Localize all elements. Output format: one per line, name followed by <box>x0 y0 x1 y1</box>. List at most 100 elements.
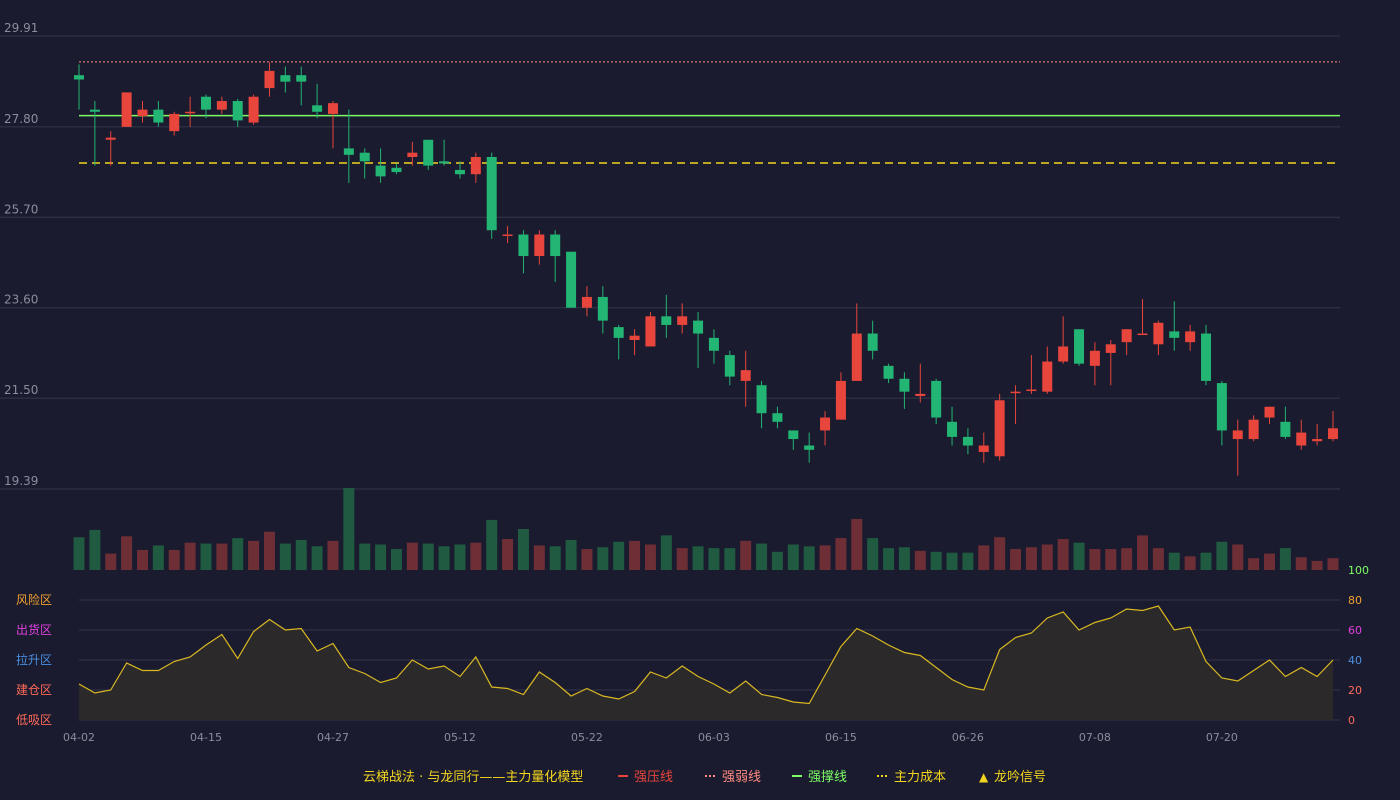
volume-bar <box>708 548 720 570</box>
candle-body <box>597 296 608 321</box>
candle-body <box>899 378 910 392</box>
candle-body <box>1121 329 1132 343</box>
candle-body <box>280 75 291 82</box>
candle-body <box>89 109 100 112</box>
volume-bar <box>930 551 942 570</box>
candle-body <box>962 436 973 446</box>
volume-bar <box>851 518 863 570</box>
candle-body <box>1201 333 1212 381</box>
price-axis: 29.91 27.80 25.70 23.60 21.50 19.39 <box>4 21 38 488</box>
legend-label: 强弱线 <box>722 770 761 785</box>
candle-body <box>1185 331 1196 343</box>
volume-bar <box>549 546 561 570</box>
date-tick-label: 04-02 <box>63 731 95 744</box>
volume-bar <box>406 542 418 570</box>
volume-bar <box>835 538 847 570</box>
volume-bar <box>1311 560 1323 570</box>
volume-bar <box>89 529 101 570</box>
candle-body <box>534 234 545 257</box>
candle-body <box>931 380 942 418</box>
candle-body <box>1089 350 1100 366</box>
volume-bar <box>263 531 275 570</box>
zone-label: 风险区 <box>16 592 52 607</box>
candle-body <box>693 320 704 334</box>
volume-bar <box>1184 556 1196 570</box>
candle-body <box>232 101 243 121</box>
volume-bar <box>1279 548 1291 570</box>
candle-body <box>423 139 434 166</box>
candle-body <box>1010 391 1021 394</box>
volume-bar <box>1152 548 1164 570</box>
volume-bar <box>533 545 545 570</box>
volume-bar <box>1073 542 1085 570</box>
zone-label: 出货区 <box>16 622 52 637</box>
volume-bar <box>152 545 164 570</box>
date-tick-label: 07-08 <box>1079 731 1111 744</box>
volume-bar <box>898 547 910 570</box>
legend: 云梯战法 · 与龙同行——主力量化模型 强压线 强弱线 强撑线 主力成本 ▲ 龙吟信号 <box>363 769 1046 785</box>
date-tick-label: 07-20 <box>1206 731 1238 744</box>
volume-bar <box>470 542 482 570</box>
osc-tick-label: 40 <box>1348 654 1362 667</box>
candle-body <box>661 316 672 325</box>
volume-bar <box>914 550 926 570</box>
candle-body <box>915 393 926 396</box>
candle-body <box>1042 361 1053 392</box>
volume-bar <box>978 545 990 570</box>
candle-body <box>629 335 640 341</box>
volume-bar <box>962 552 974 570</box>
candle-body <box>185 111 196 114</box>
volume-bar <box>1327 558 1339 570</box>
volume-bar <box>1232 544 1244 570</box>
volume-bar <box>1025 547 1037 570</box>
volume-bar <box>73 537 85 570</box>
volume-bar <box>1010 549 1022 570</box>
candle-body <box>613 327 624 338</box>
candle-body <box>470 157 481 175</box>
legend-label: 强撑线 <box>808 770 847 785</box>
volume-bar <box>581 549 593 570</box>
osc-tick-label: 80 <box>1348 594 1362 607</box>
candle-body <box>581 296 592 308</box>
candle-body <box>1280 421 1291 437</box>
candle-body <box>1105 344 1116 353</box>
volume-bar <box>771 551 783 570</box>
candle-body <box>1264 406 1275 418</box>
candle-body <box>1137 333 1148 336</box>
volume-bar <box>867 538 879 570</box>
volume-bar <box>422 543 434 570</box>
volume-bar <box>454 544 466 570</box>
date-tick-label: 06-15 <box>825 731 857 744</box>
volume-bar <box>359 543 371 570</box>
volume-bar <box>1137 535 1149 570</box>
legend-label: 龙吟信号 <box>994 769 1046 785</box>
candlesticks <box>74 62 1338 476</box>
volume-bar <box>279 543 291 570</box>
volume-bar <box>597 547 609 570</box>
candle-body <box>1328 428 1338 440</box>
volume-bar <box>438 546 450 570</box>
candle-body <box>1312 439 1323 442</box>
candle-body <box>454 169 465 175</box>
volume-bar <box>327 540 339 570</box>
candle-body <box>740 370 751 381</box>
volume-bar <box>740 540 752 570</box>
candle-body <box>137 109 148 117</box>
volume-bar <box>803 546 815 570</box>
price-tick-label: 25.70 <box>4 202 38 216</box>
volume-bar <box>883 548 895 570</box>
candle-body <box>1232 430 1243 440</box>
candle-body <box>788 430 799 440</box>
candle-body <box>1074 329 1085 364</box>
candle-body <box>947 421 958 437</box>
candle-body <box>439 161 450 164</box>
volume-bar <box>1168 552 1180 570</box>
candle-body <box>867 333 878 351</box>
volume-bar <box>1121 548 1133 570</box>
candle-body <box>708 337 719 351</box>
candle-body <box>216 101 227 110</box>
volume-bar <box>1200 552 1212 570</box>
volume-bar <box>994 537 1006 570</box>
volume-bar <box>343 488 355 570</box>
candle-body <box>883 365 894 379</box>
